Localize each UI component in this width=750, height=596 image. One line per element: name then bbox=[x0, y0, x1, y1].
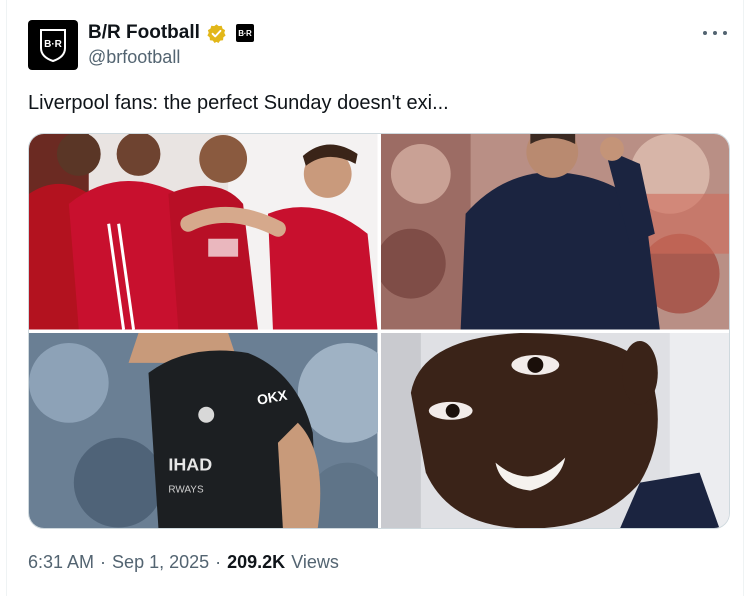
name-row: B/R Football B·R bbox=[88, 22, 254, 44]
tweet-date[interactable]: Sep 1, 2025 bbox=[112, 552, 209, 573]
affiliate-badge-text: B·R bbox=[238, 28, 252, 38]
views-label: Views bbox=[291, 552, 339, 572]
svg-text:RWAYS: RWAYS bbox=[168, 484, 204, 495]
manager-photo bbox=[380, 134, 729, 330]
meta-separator: · bbox=[215, 552, 222, 572]
svg-text:B·R: B·R bbox=[44, 39, 63, 50]
black-kit-player-photo: OKX IHAD RWAYS bbox=[29, 332, 378, 528]
display-name[interactable]: B/R Football bbox=[88, 22, 200, 44]
celebration-photo bbox=[29, 134, 378, 330]
media-image-black-kit-player[interactable]: OKX IHAD RWAYS bbox=[29, 332, 378, 528]
media-image-smiling-player[interactable] bbox=[380, 332, 729, 528]
verified-badge-icon[interactable] bbox=[206, 23, 227, 44]
smiling-player-photo bbox=[380, 332, 729, 528]
media-image-manager[interactable] bbox=[380, 134, 729, 330]
avatar[interactable]: B·R bbox=[28, 20, 78, 70]
more-options-icon[interactable] bbox=[703, 24, 727, 42]
more-dot bbox=[703, 31, 707, 35]
br-logo-icon: B·R bbox=[40, 29, 66, 62]
more-dot bbox=[723, 31, 727, 35]
tweet-time[interactable]: 6:31 AM bbox=[28, 552, 94, 573]
meta-separator: · bbox=[100, 552, 107, 572]
handle[interactable]: @brfootball bbox=[88, 47, 180, 68]
views-count[interactable]: 209.2K bbox=[227, 552, 285, 573]
svg-text:IHAD: IHAD bbox=[168, 454, 212, 474]
affiliate-badge-icon[interactable]: B·R bbox=[235, 24, 254, 42]
media-image-celebration[interactable] bbox=[29, 134, 378, 330]
tweet-text: Liverpool fans: the perfect Sunday doesn… bbox=[28, 92, 449, 114]
more-dot bbox=[713, 31, 717, 35]
tweet-card: B·R B/R Football B·R @brfootball Liverpo… bbox=[6, 0, 744, 596]
media-grid: OKX IHAD RWAYS bbox=[28, 133, 730, 529]
tweet-meta: 6:31 AM · Sep 1, 2025 · 209.2K Views bbox=[28, 552, 339, 573]
